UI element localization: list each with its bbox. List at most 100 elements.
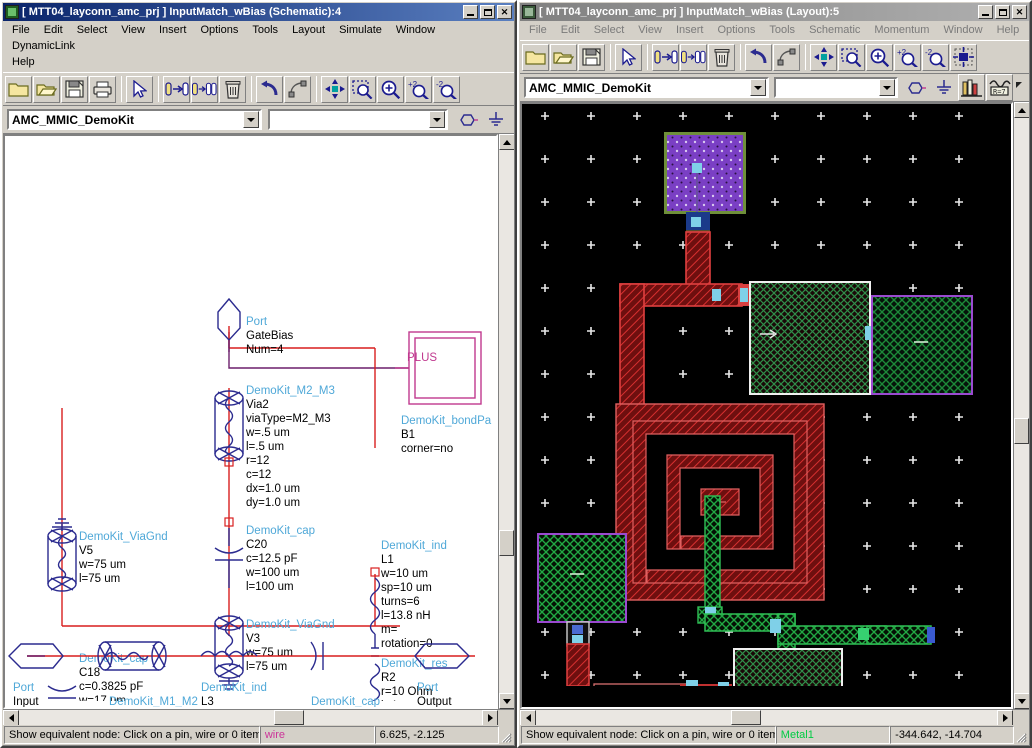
menu-view[interactable]: View	[114, 22, 152, 38]
arrow-select-icon[interactable]	[615, 43, 642, 71]
menu-layout[interactable]: Layout	[285, 22, 332, 38]
close-button[interactable]: ✕	[497, 5, 512, 19]
zoom-in-plus-icon[interactable]: +2	[894, 43, 921, 71]
layout-canvas[interactable]	[520, 102, 1013, 709]
schematic-toolbar[interactable]: +2 -2	[3, 72, 514, 106]
schematic-window[interactable]: [ MTT04_layconn_amc_prj ] InputMatch_wBi…	[0, 0, 517, 748]
scroll-down-button[interactable]	[499, 693, 514, 709]
insert-wire-label-icon[interactable]	[191, 75, 218, 103]
zoom-out-minus-icon[interactable]: -2	[433, 75, 460, 103]
scroll-thumb-h[interactable]	[274, 710, 304, 725]
scroll-thumb[interactable]	[499, 530, 514, 556]
scroll-right-button[interactable]	[997, 710, 1013, 725]
zoom-area-icon[interactable]	[838, 43, 865, 71]
save-icon[interactable]	[578, 43, 605, 71]
port-hex-icon[interactable]	[454, 106, 481, 133]
pan-icon[interactable]	[810, 43, 837, 71]
zoom-out-minus-icon[interactable]: -2	[922, 43, 949, 71]
menu-view[interactable]: View	[631, 22, 669, 38]
chevron-down-icon[interactable]	[429, 111, 445, 128]
scroll-track-h[interactable]	[19, 710, 482, 725]
layout-horizontal-scrollbar[interactable]	[520, 709, 1029, 725]
arrow-select-icon[interactable]	[126, 75, 153, 103]
chevron-down-icon[interactable]	[749, 79, 766, 96]
open-folder-icon[interactable]	[33, 75, 60, 103]
new-folder-icon[interactable]	[522, 43, 549, 71]
menu-insert[interactable]: Insert	[152, 22, 194, 38]
menu-file[interactable]: File	[5, 22, 37, 38]
scroll-track-h[interactable]	[536, 710, 997, 725]
port-hex-icon[interactable]	[902, 74, 930, 101]
print-icon[interactable]	[89, 75, 116, 103]
chevron-down-icon[interactable]	[879, 79, 896, 96]
pan-icon[interactable]	[321, 75, 348, 103]
menu-tools[interactable]: Tools	[762, 22, 802, 38]
library-combo[interactable]: AMC_MMIC_DemoKit	[7, 109, 262, 130]
scroll-left-button[interactable]	[520, 710, 536, 725]
menu-momentum[interactable]: Momentum	[867, 22, 936, 38]
save-icon[interactable]	[61, 75, 88, 103]
insert-wire-label-icon[interactable]	[680, 43, 707, 71]
scroll-track[interactable]	[499, 150, 514, 693]
schematic-vertical-scrollbar[interactable]	[498, 134, 514, 709]
layout-toolbar[interactable]: +2 -2	[520, 40, 1029, 74]
new-folder-icon[interactable]	[5, 75, 32, 103]
zoom-in-icon[interactable]	[377, 75, 404, 103]
menu-schematic[interactable]: Schematic	[802, 22, 867, 38]
insert-wire-icon[interactable]	[163, 75, 190, 103]
delete-icon[interactable]	[219, 75, 246, 103]
schematic-menubar[interactable]: File Edit Select View Insert Options Too…	[3, 21, 514, 72]
scroll-thumb-h[interactable]	[731, 710, 761, 725]
delete-icon[interactable]	[708, 43, 735, 71]
zoom-in-icon[interactable]	[866, 43, 893, 71]
schematic-combobar[interactable]: AMC_MMIC_DemoKit	[3, 106, 514, 134]
menu-help[interactable]: Help	[990, 22, 1027, 38]
layout-menubar[interactable]: File Edit Select View Insert Options Too…	[520, 21, 1029, 40]
component-combo[interactable]	[773, 77, 899, 98]
close-button[interactable]: ✕	[1012, 5, 1027, 19]
resize-grip-icon[interactable]	[499, 726, 513, 744]
scroll-right-button[interactable]	[482, 710, 498, 725]
zoom-in-plus-icon[interactable]: +2	[405, 75, 432, 103]
maximize-button[interactable]	[480, 5, 495, 19]
schematic-window-buttons[interactable]: ✕	[463, 5, 512, 19]
chevron-down-icon[interactable]	[243, 111, 259, 128]
menu-insert[interactable]: Insert	[669, 22, 711, 38]
menu-help[interactable]: Help	[5, 54, 42, 70]
minimize-button[interactable]	[463, 5, 478, 19]
maximize-button[interactable]	[995, 5, 1010, 19]
undo-icon[interactable]	[256, 75, 283, 103]
scroll-down-button[interactable]	[1014, 693, 1029, 709]
undo-icon[interactable]	[745, 43, 772, 71]
scroll-left-button[interactable]	[3, 710, 19, 725]
menu-options[interactable]: Options	[193, 22, 245, 38]
menu-tools[interactable]: Tools	[245, 22, 285, 38]
component-move-icon[interactable]	[950, 43, 977, 71]
schematic-canvas[interactable]: Port GateBias Num=4 DemoKit_M2_M3 Via2 v…	[3, 134, 498, 709]
insert-wire-icon[interactable]	[652, 43, 679, 71]
layout-titlebar[interactable]: [ MTT04_layconn_amc_prj ] InputMatch_wBi…	[520, 3, 1029, 21]
menu-dynamiclink[interactable]: DynamicLink	[5, 38, 82, 54]
menu-window[interactable]: Window	[389, 22, 442, 38]
redo-node-icon[interactable]	[773, 43, 800, 71]
schematic-titlebar[interactable]: [ MTT04_layconn_amc_prj ] InputMatch_wBi…	[3, 3, 514, 21]
menu-options[interactable]: Options	[710, 22, 762, 38]
layout-window-buttons[interactable]: ✕	[978, 5, 1027, 19]
layout-combobar[interactable]: AMC_MMIC_DemoKit R=7	[520, 74, 1029, 102]
scroll-up-button[interactable]	[499, 134, 514, 150]
menu-select[interactable]: Select	[587, 22, 632, 38]
scroll-up-button[interactable]	[1014, 102, 1029, 118]
redo-node-icon[interactable]	[284, 75, 311, 103]
momentum-sim-icon[interactable]: R=7	[986, 74, 1013, 101]
menu-simulate[interactable]: Simulate	[332, 22, 389, 38]
menu-window[interactable]: Window	[936, 22, 989, 38]
scroll-track[interactable]	[1014, 118, 1029, 693]
menu-file[interactable]: File	[522, 22, 554, 38]
toolbar-overflow-icon[interactable]	[1014, 74, 1024, 101]
zoom-area-icon[interactable]	[349, 75, 376, 103]
menu-edit[interactable]: Edit	[37, 22, 70, 38]
layout-window[interactable]: [ MTT04_layconn_amc_prj ] InputMatch_wBi…	[517, 0, 1032, 748]
menu-edit[interactable]: Edit	[554, 22, 587, 38]
menu-select[interactable]: Select	[70, 22, 115, 38]
minimize-button[interactable]	[978, 5, 993, 19]
